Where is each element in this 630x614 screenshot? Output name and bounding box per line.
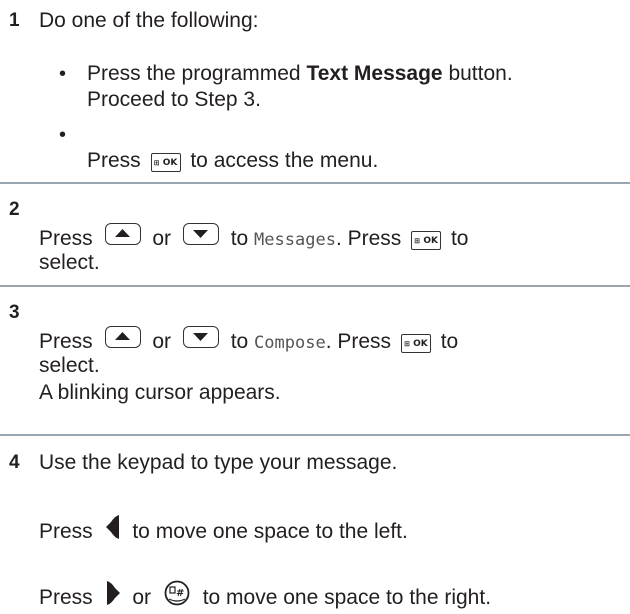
bullet-text: Press the programmed Text Message button… (87, 62, 513, 85)
step-text: select. (39, 251, 100, 274)
bullet: • (59, 124, 67, 146)
left-arrow-icon (105, 514, 121, 547)
menu-ok-button-icon: ⊞ OK (411, 231, 442, 250)
step-text: A blinking cursor appears. (39, 381, 281, 404)
pound-key-icon: # (163, 580, 191, 613)
step-text: Do one of the following: (39, 9, 259, 32)
menu-ok-button-icon: ⊞ OK (150, 153, 181, 172)
down-navigation-button-icon (182, 223, 219, 245)
svg-text:#: # (176, 588, 184, 599)
step-text: Use the keypad to type your message. (39, 451, 398, 474)
step-number: 2 (9, 199, 20, 220)
divider (0, 285, 630, 287)
step-text: select. (39, 354, 100, 377)
menu-ok-button-icon: ⊞ OK (400, 334, 431, 353)
up-navigation-button-icon (104, 223, 141, 245)
divider (0, 182, 630, 184)
bullet: • (59, 63, 67, 85)
menu-item-name: Messages (254, 230, 336, 250)
divider (0, 434, 630, 436)
step-number: 3 (9, 302, 20, 323)
step-text: Press or to Compose. Press ⊞ OK to (39, 326, 458, 356)
bullet-text: Proceed to Step 3. (87, 88, 261, 111)
step-text: Press to move one space to the left. (39, 514, 408, 547)
bullet-text: Press ⊞ OK to access the menu. (87, 149, 379, 172)
down-navigation-button-icon (182, 326, 219, 348)
menu-item-name: Compose (254, 333, 326, 353)
right-arrow-icon (105, 580, 121, 613)
step-text: Press or # to move one space to the righ… (39, 580, 491, 613)
button-name: Text Message (306, 62, 443, 85)
step-number: 4 (9, 452, 20, 473)
step-text: Press or to Messages. Press ⊞ OK to (39, 223, 468, 253)
up-navigation-button-icon (104, 326, 141, 348)
step-number: 1 (9, 10, 20, 31)
